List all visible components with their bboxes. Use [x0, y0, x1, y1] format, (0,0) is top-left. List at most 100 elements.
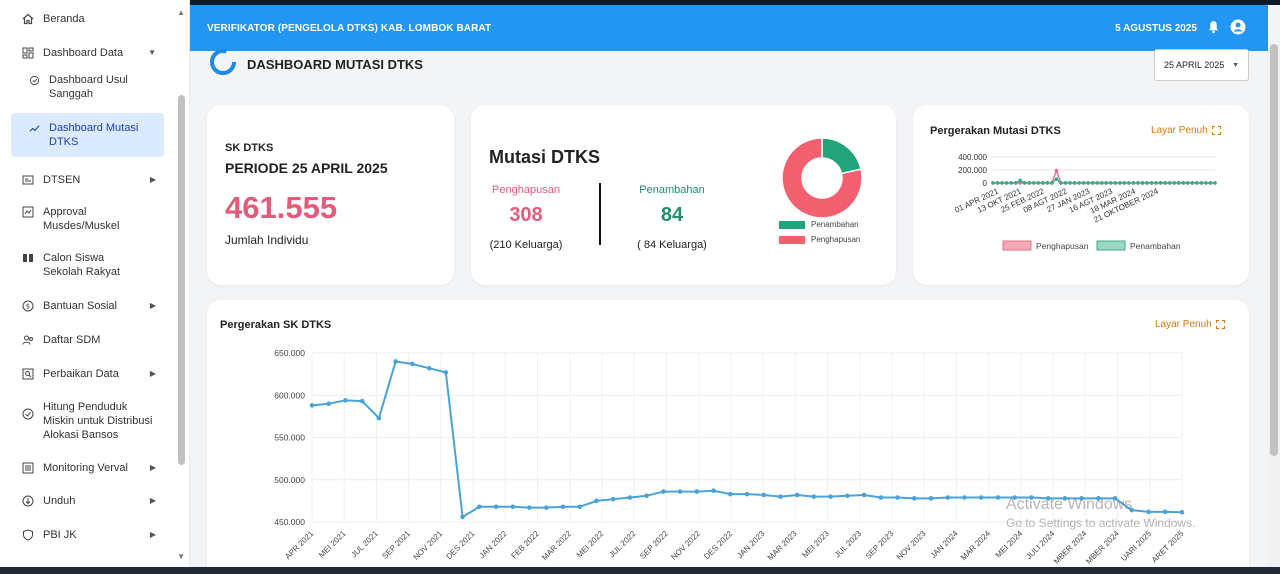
data-point: [1090, 181, 1095, 185]
chevron-down-icon: ▼: [1232, 61, 1239, 69]
x-tick-label: JAN 2024: [929, 529, 961, 561]
x-tick-label: MEI 2021: [317, 529, 348, 560]
book-icon: [21, 251, 35, 265]
sk-dtks-sub: Jumlah Individu: [225, 233, 309, 247]
sidebar-item-dashboard-data[interactable]: Dashboard Data ▼: [11, 46, 164, 60]
data-point: [978, 495, 984, 500]
x-tick-label: DES 2022: [702, 529, 735, 562]
sidebar-item-dashboard-usul-sanggah[interactable]: Dashboard Usul Sanggah: [11, 73, 164, 101]
data-point: [1158, 181, 1163, 185]
penghapusan-label: Penghapusan: [492, 184, 560, 196]
data-point: [543, 505, 549, 510]
sidebar-item-pbi-jk[interactable]: PBI JK ▶: [11, 528, 164, 542]
data-point: [912, 496, 917, 501]
sidebar-item-dashboard-mutasi-dtks[interactable]: Dashboard Mutasi DTKS: [11, 113, 164, 157]
data-point: [1000, 181, 1004, 185]
sidebar-item-label: Dashboard Mutasi DTKS: [49, 122, 139, 148]
data-point: [1213, 181, 1217, 185]
pergerakan-sk-card: Pergerakan SK DTKS Layar Penuh 650.000 60…: [207, 300, 1249, 574]
people-icon: [21, 333, 35, 347]
sidebar-item-label: Calon Siswa Sekolah Rakyat: [43, 252, 121, 278]
date-select[interactable]: 25 APRIL 2025 ▼: [1154, 49, 1249, 81]
y-tick-label: 550.000: [274, 433, 305, 443]
data-point: [778, 494, 783, 499]
divider: [599, 183, 601, 245]
y-tick-label: 450.000: [274, 517, 305, 527]
legend-label: Penambahan: [811, 220, 859, 229]
x-tick-label: NOV 2021: [412, 529, 445, 562]
fullscreen-label: Layar Penuh: [1151, 125, 1208, 136]
data-point: [677, 489, 683, 494]
legend-label: Penghapusan: [811, 235, 861, 244]
sidebar-item-approval[interactable]: Approval Musdes/Muskel: [11, 205, 164, 233]
sidebar-item-dtsen[interactable]: DTSEN ▶: [11, 173, 164, 187]
data-point: [995, 181, 1000, 185]
sidebar-item-unduh[interactable]: Unduh ▶: [11, 494, 164, 508]
app-title: VERIFIKATOR (PENGELOLA DTKS) KAB. LOMBOK…: [207, 22, 492, 34]
x-tick-label: MEI 2023: [800, 529, 831, 560]
data-point: [1099, 181, 1104, 185]
fullscreen-label: Layar Penuh: [1155, 319, 1212, 330]
data-point: [1068, 181, 1072, 185]
data-point: [1181, 181, 1186, 185]
data-point: [1072, 181, 1077, 185]
data-point: [343, 398, 348, 403]
sidebar-item-monitoring-verval[interactable]: Monitoring Verval ▶: [11, 461, 164, 475]
data-point: [711, 488, 716, 494]
sidebar-item-label: Approval Musdes/Muskel: [43, 206, 120, 232]
data-point: [1059, 181, 1063, 185]
fullscreen-button[interactable]: Layar Penuh: [1151, 125, 1221, 136]
fullscreen-button[interactable]: Layar Penuh: [1155, 319, 1225, 330]
data-point: [426, 365, 432, 371]
id-card-icon: [21, 173, 35, 187]
penambahan-value: 84: [660, 204, 684, 226]
legend-swatch: [1002, 240, 1032, 251]
data-point: [1172, 181, 1177, 185]
x-tick-label: MAR 2023: [766, 529, 799, 562]
sidebar-item-bantuan-sosial[interactable]: $ Bantuan Sosial ▶: [11, 299, 164, 313]
page-scrollbar[interactable]: [1268, 44, 1280, 574]
pergerakan-mutasi-chart: 400.000200.000001 APR 202113 OKT 202125 …: [953, 153, 1217, 251]
list-icon: [21, 461, 35, 475]
trend-icon: [27, 121, 41, 135]
mutasi-title: Mutasi DTKS: [489, 147, 601, 167]
dollar-icon: $: [21, 299, 35, 313]
data-point: [527, 505, 532, 510]
legend-penghapusan: Penghapusan: [779, 235, 860, 244]
date-select-value: 25 APRIL 2025: [1164, 60, 1225, 70]
sidebar-item-label: Hitung Penduduk Miskin untuk Distribusi …: [43, 401, 153, 441]
legend-label: Penghapusan: [1036, 241, 1089, 251]
sidebar-item-label: Perbaikan Data: [43, 368, 119, 380]
data-point: [1127, 181, 1131, 185]
sidebar-item-beranda[interactable]: Beranda: [11, 12, 164, 26]
sidebar-item-daftar-sdm[interactable]: Daftar SDM: [11, 333, 164, 347]
sidebar-item-label: Beranda: [43, 13, 85, 25]
data-point: [895, 495, 900, 500]
data-point: [1204, 181, 1208, 185]
bell-icon[interactable]: [1207, 20, 1220, 37]
sidebar-item-perbaikan-data[interactable]: Perbaikan Data ▶: [11, 367, 164, 381]
verified-icon: [21, 407, 35, 421]
sidebar-scroll-up[interactable]: ▲: [177, 8, 185, 17]
sk-dtks-period: PERIODE 25 APRIL 2025: [225, 160, 388, 176]
page-scroll-thumb[interactable]: [1270, 44, 1278, 456]
data-point: [594, 498, 599, 504]
account-icon[interactable]: [1230, 19, 1246, 38]
sidebar-scrollbar[interactable]: [178, 95, 185, 465]
data-point: [1190, 181, 1195, 185]
pergerakan-mutasi-card: Pergerakan Mutasi DTKS Layar Penuh 400.0…: [913, 105, 1249, 285]
sidebar-item-calon-siswa[interactable]: Calon Siswa Sekolah Rakyat: [11, 251, 164, 279]
y-tick-label: 200.000: [958, 166, 987, 175]
sidebar-item-hitung-penduduk[interactable]: Hitung Penduduk Miskin untuk Distribusi …: [11, 400, 164, 442]
svg-text:$: $: [26, 303, 30, 311]
sidebar-scroll-down[interactable]: ▼: [177, 552, 185, 561]
pergerakan-sk-chart: 650.000 600.000 550.000 500.000 450.000 APR 2…: [274, 348, 1186, 566]
approval-icon: [21, 205, 35, 219]
data-point: [1031, 181, 1036, 185]
x-tick-label: APR 2021: [283, 529, 316, 562]
sidebar-item-label: Dashboard Data: [43, 47, 124, 59]
legend-label: Penambahan: [1130, 241, 1181, 251]
dashboard-logo-icon: [210, 49, 236, 75]
data-point: [1163, 181, 1167, 185]
chevron-right-icon: ▶: [149, 369, 156, 378]
